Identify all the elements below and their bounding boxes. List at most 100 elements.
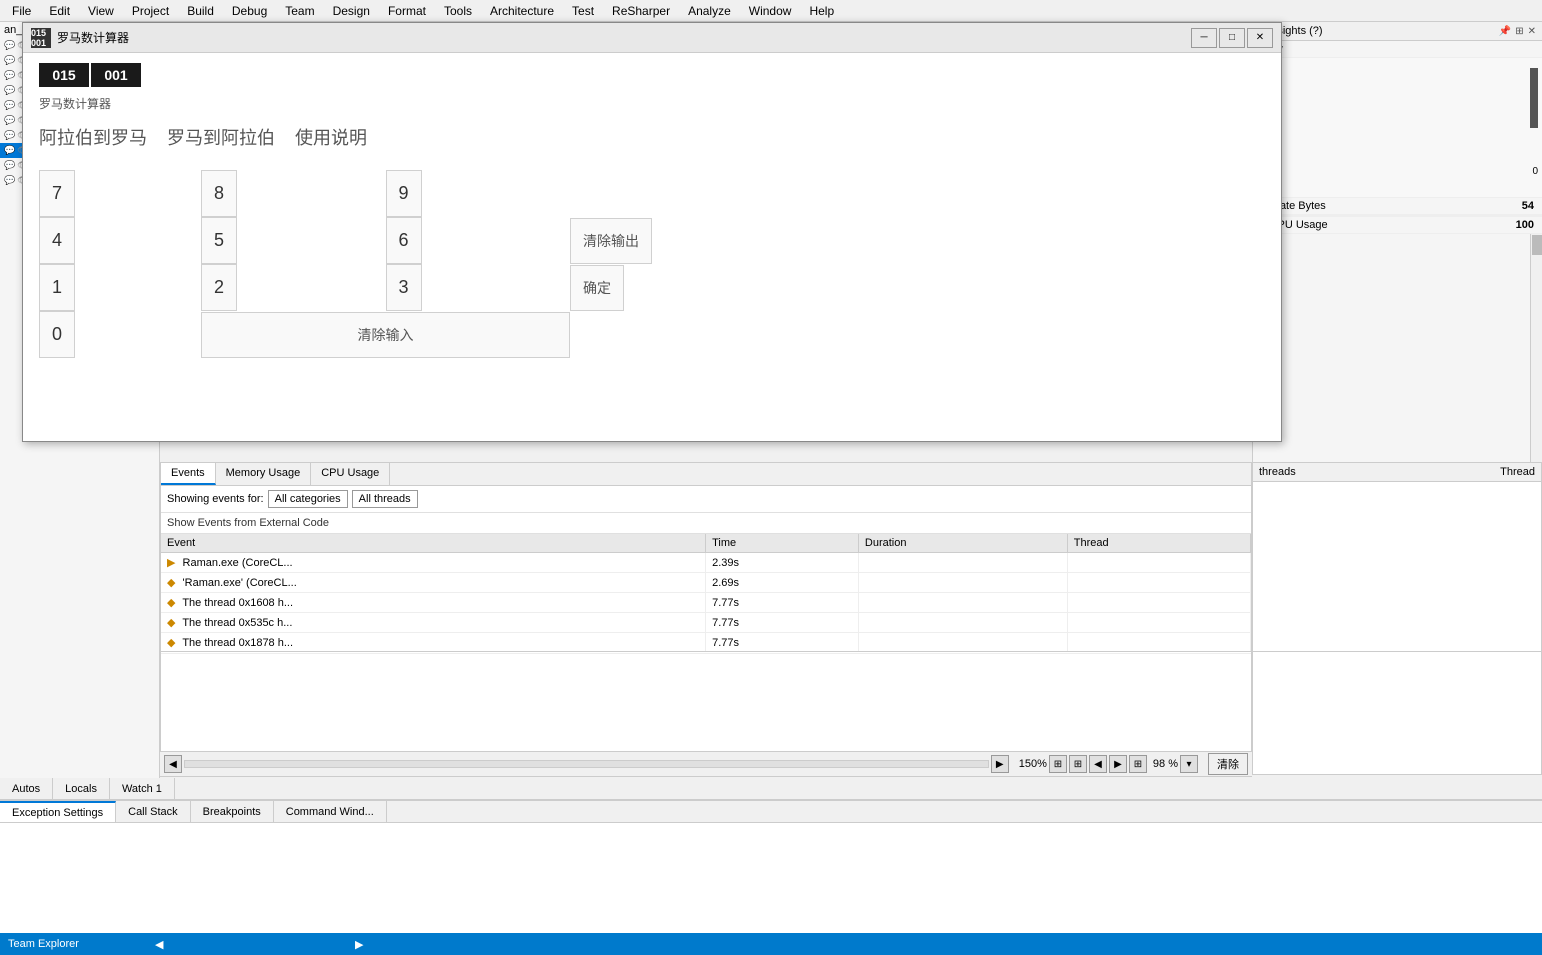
comment-icon[interactable]: 💬	[4, 160, 15, 171]
scroll-left-btn[interactable]: ◀	[164, 755, 182, 773]
window-controls: ─ □ ✕	[1191, 28, 1273, 48]
menu-file[interactable]: File	[4, 2, 39, 20]
menu-edit[interactable]: Edit	[41, 2, 78, 20]
menu-window[interactable]: Window	[741, 2, 800, 20]
comment-icon[interactable]: 💬	[4, 130, 15, 141]
calc-btn-3[interactable]: 3	[386, 264, 422, 311]
menu-debug[interactable]: Debug	[224, 2, 275, 20]
nav-arabic-to-roman[interactable]: 阿拉伯到罗马	[39, 124, 147, 150]
threads-dropdown[interactable]: All threads	[352, 490, 418, 508]
scroll-right-btn[interactable]: ▶	[991, 755, 1009, 773]
show-external-link[interactable]: Show Events from External Code	[161, 513, 1251, 534]
tab-locals[interactable]: Locals	[53, 778, 110, 799]
event-thread	[1067, 593, 1250, 613]
col-time[interactable]: Time	[706, 534, 859, 553]
nav-instructions[interactable]: 使用说明	[295, 124, 367, 150]
event-row[interactable]: ◆ The thread 0x535c h... 7.77s	[161, 613, 1251, 633]
event-thread	[1067, 573, 1250, 593]
calc-btn-clear-output[interactable]: 清除输出	[570, 218, 652, 264]
categories-dropdown[interactable]: All categories	[268, 490, 348, 508]
calc-btn-9[interactable]: 9	[386, 170, 422, 217]
tab-autos[interactable]: Autos	[0, 778, 53, 799]
event-icon: ◆	[167, 577, 175, 589]
events-panel: threads Thread	[1252, 462, 1542, 652]
diagnostics-panel: n Insights (?) 📌 ⊞ ✕ View 0 Private Byte…	[1252, 22, 1542, 462]
close-panel-icon[interactable]: ✕	[1528, 26, 1536, 37]
horizontal-scrollbar[interactable]	[184, 760, 989, 768]
tab-cpu-usage[interactable]: CPU Usage	[311, 463, 390, 485]
menu-format[interactable]: Format	[380, 2, 434, 20]
menu-team[interactable]: Team	[277, 2, 322, 20]
menu-view[interactable]: View	[80, 2, 122, 20]
menu-project[interactable]: Project	[124, 2, 177, 20]
tab-breakpoints[interactable]: Breakpoints	[191, 801, 274, 822]
calc-btn-4[interactable]: 4	[39, 217, 75, 264]
calc-btn-0[interactable]: 0	[39, 311, 75, 358]
event-row[interactable]: ◆ The thread 0x1608 h... 7.77s	[161, 593, 1251, 613]
calc-btn-7[interactable]: 7	[39, 170, 75, 217]
calc-btn-8[interactable]: 8	[201, 170, 237, 217]
comment-icon[interactable]: 💬	[4, 85, 15, 96]
event-row[interactable]: ◆ The thread 0x1878 h... 7.77s	[161, 633, 1251, 652]
tab-command-window[interactable]: Command Wind...	[274, 801, 387, 822]
tab-events[interactable]: Events	[161, 463, 216, 485]
scroll-track[interactable]	[1530, 234, 1542, 462]
menu-test[interactable]: Test	[564, 2, 602, 20]
close-button[interactable]: ✕	[1247, 28, 1273, 48]
calc-btn-5[interactable]: 5	[201, 217, 237, 264]
nav-left-btn[interactable]: ◀	[1089, 755, 1107, 773]
pin-icon[interactable]: 📌	[1499, 26, 1511, 37]
nav-roman-to-arabic[interactable]: 罗马到阿拉伯	[167, 124, 275, 150]
menu-resharper[interactable]: ReSharper	[604, 2, 678, 20]
clear-button[interactable]: 清除	[1208, 753, 1248, 775]
zoom-btn-1[interactable]: ⊞	[1049, 755, 1067, 773]
comment-icon[interactable]: 💬	[4, 145, 15, 156]
tab-exception-settings[interactable]: Exception Settings	[0, 801, 116, 822]
menu-tools[interactable]: Tools	[436, 2, 480, 20]
event-row[interactable]: ◆ 'Raman.exe' (CoreCL... 2.69s	[161, 573, 1251, 593]
event-row[interactable]: ▶ Raman.exe (CoreCL... 2.39s	[161, 553, 1251, 573]
comment-icon[interactable]: 💬	[4, 40, 15, 51]
event-thread	[1067, 613, 1250, 633]
col-thread[interactable]: Thread	[1067, 534, 1250, 553]
col-duration[interactable]: Duration	[858, 534, 1067, 553]
menu-build[interactable]: Build	[179, 2, 222, 20]
scroll-thumb[interactable]	[1532, 235, 1542, 255]
threads-header: threads Thread	[1253, 463, 1541, 482]
col-event[interactable]: Event	[161, 534, 706, 553]
event-cell: ◆ 'Raman.exe' (CoreCL...	[161, 573, 706, 593]
comment-icon[interactable]: 💬	[4, 100, 15, 111]
calc-btn-confirm[interactable]: 确定	[570, 265, 624, 311]
bottom-scroll-right[interactable]: ▶	[355, 938, 363, 951]
bottom-tab-headers: Autos Locals Watch 1	[0, 778, 1542, 800]
events-rows: ▶ Raman.exe (CoreCL... 2.39s ◆ 'Raman.ex…	[161, 553, 1251, 652]
event-duration	[858, 593, 1067, 613]
expand-btn[interactable]: ⊞	[1129, 755, 1147, 773]
calculator-content: 015 001 罗马数计算器 阿拉伯到罗马 罗马到阿拉伯 使用说明 7 8 9 …	[23, 53, 1281, 368]
comment-icon[interactable]: 💬	[4, 55, 15, 66]
tab-watch1[interactable]: Watch 1	[110, 778, 175, 799]
comment-icon[interactable]: 💬	[4, 175, 15, 186]
calc-btn-clear-input[interactable]: 清除输入	[201, 312, 570, 358]
calc-btn-1[interactable]: 1	[39, 264, 75, 311]
tab-memory-usage[interactable]: Memory Usage	[216, 463, 312, 485]
tab-call-stack-bottom[interactable]: Call Stack	[116, 801, 191, 822]
zoom-dropdown-btn[interactable]: ▾	[1180, 755, 1198, 773]
comment-icon[interactable]: 💬	[4, 70, 15, 81]
undock-icon[interactable]: ⊞	[1515, 26, 1523, 37]
team-explorer-status[interactable]: Team Explorer	[8, 938, 79, 950]
menu-analyze[interactable]: Analyze	[680, 2, 739, 20]
calc-btn-2[interactable]: 2	[201, 264, 237, 311]
menu-help[interactable]: Help	[801, 2, 842, 20]
bottom-scroll-left[interactable]: ◀	[155, 938, 163, 951]
zoom-btn-2[interactable]: ⊞	[1069, 755, 1087, 773]
nav-right-btn[interactable]: ▶	[1109, 755, 1127, 773]
menu-design[interactable]: Design	[325, 2, 378, 20]
maximize-button[interactable]: □	[1219, 28, 1245, 48]
minimize-button[interactable]: ─	[1191, 28, 1217, 48]
menu-architecture[interactable]: Architecture	[482, 2, 562, 20]
calc-btn-6[interactable]: 6	[386, 217, 422, 264]
perf-insights-header: n Insights (?) 📌 ⊞ ✕	[1253, 22, 1542, 41]
events-table-container: Event Time Duration Thread ▶ Raman.exe (…	[161, 534, 1251, 651]
comment-icon[interactable]: 💬	[4, 115, 15, 126]
